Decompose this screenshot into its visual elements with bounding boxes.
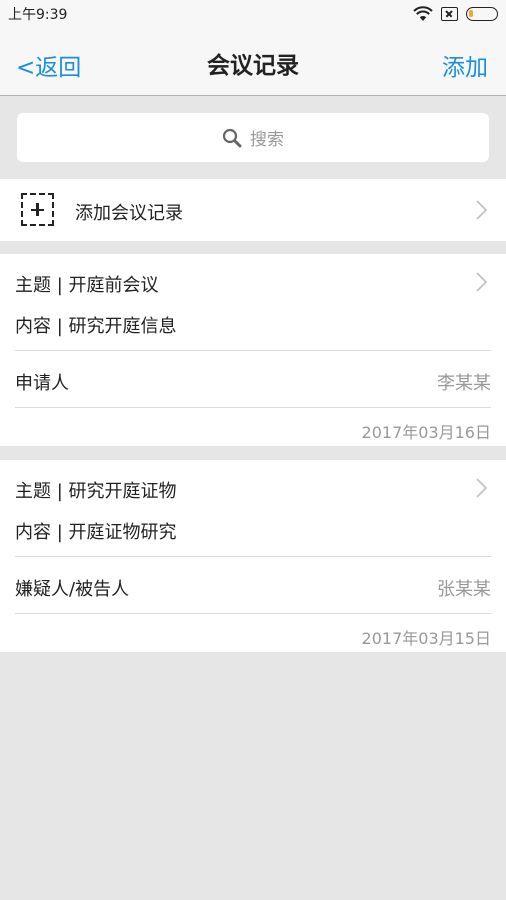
record-date: 2017年03月15日 — [361, 629, 491, 648]
divider — [15, 350, 491, 351]
add-plus-icon — [21, 193, 54, 226]
record-card[interactable]: 主题 | 研究开庭证物 内容 | 开庭证物研究 嫌疑人/被告人 张某某 2017… — [0, 460, 506, 652]
record-role: 申请人 — [15, 373, 69, 394]
status-time: 上午9:39 — [8, 7, 68, 23]
no-sim-icon — [441, 7, 458, 21]
record-person-name: 张某某 — [437, 579, 491, 600]
search-placeholder: 搜索 — [250, 130, 284, 150]
add-record-row[interactable]: 添加会议记录 — [0, 179, 506, 241]
record-card[interactable]: 主题 | 开庭前会议 内容 | 研究开庭信息 申请人 李某某 2017年03月1… — [0, 254, 506, 446]
chevron-right-icon — [476, 272, 487, 292]
search-icon — [222, 128, 242, 147]
chevron-right-icon — [476, 200, 487, 220]
status-icons — [413, 6, 498, 22]
divider — [15, 613, 491, 614]
divider — [15, 556, 491, 557]
search-input[interactable]: 搜索 — [17, 113, 489, 162]
record-date: 2017年03月16日 — [361, 423, 491, 442]
record-person-name: 李某某 — [437, 373, 491, 394]
divider — [15, 407, 491, 408]
battery-icon — [466, 7, 498, 21]
record-subject: 主题 | 开庭前会议 — [15, 275, 159, 296]
record-subject: 主题 | 研究开庭证物 — [15, 481, 177, 502]
record-role: 嫌疑人/被告人 — [15, 579, 130, 600]
add-record-label: 添加会议记录 — [75, 203, 183, 224]
record-content: 内容 | 研究开庭信息 — [15, 316, 177, 337]
status-bar: 上午9:39 — [0, 0, 506, 28]
nav-bar: <返回 会议记录 添加 — [0, 28, 506, 96]
wifi-icon — [413, 6, 433, 21]
page-title: 会议记录 — [207, 53, 299, 79]
record-content: 内容 | 开庭证物研究 — [15, 522, 177, 543]
chevron-right-icon — [476, 478, 487, 498]
add-button[interactable]: 添加 — [442, 48, 488, 82]
